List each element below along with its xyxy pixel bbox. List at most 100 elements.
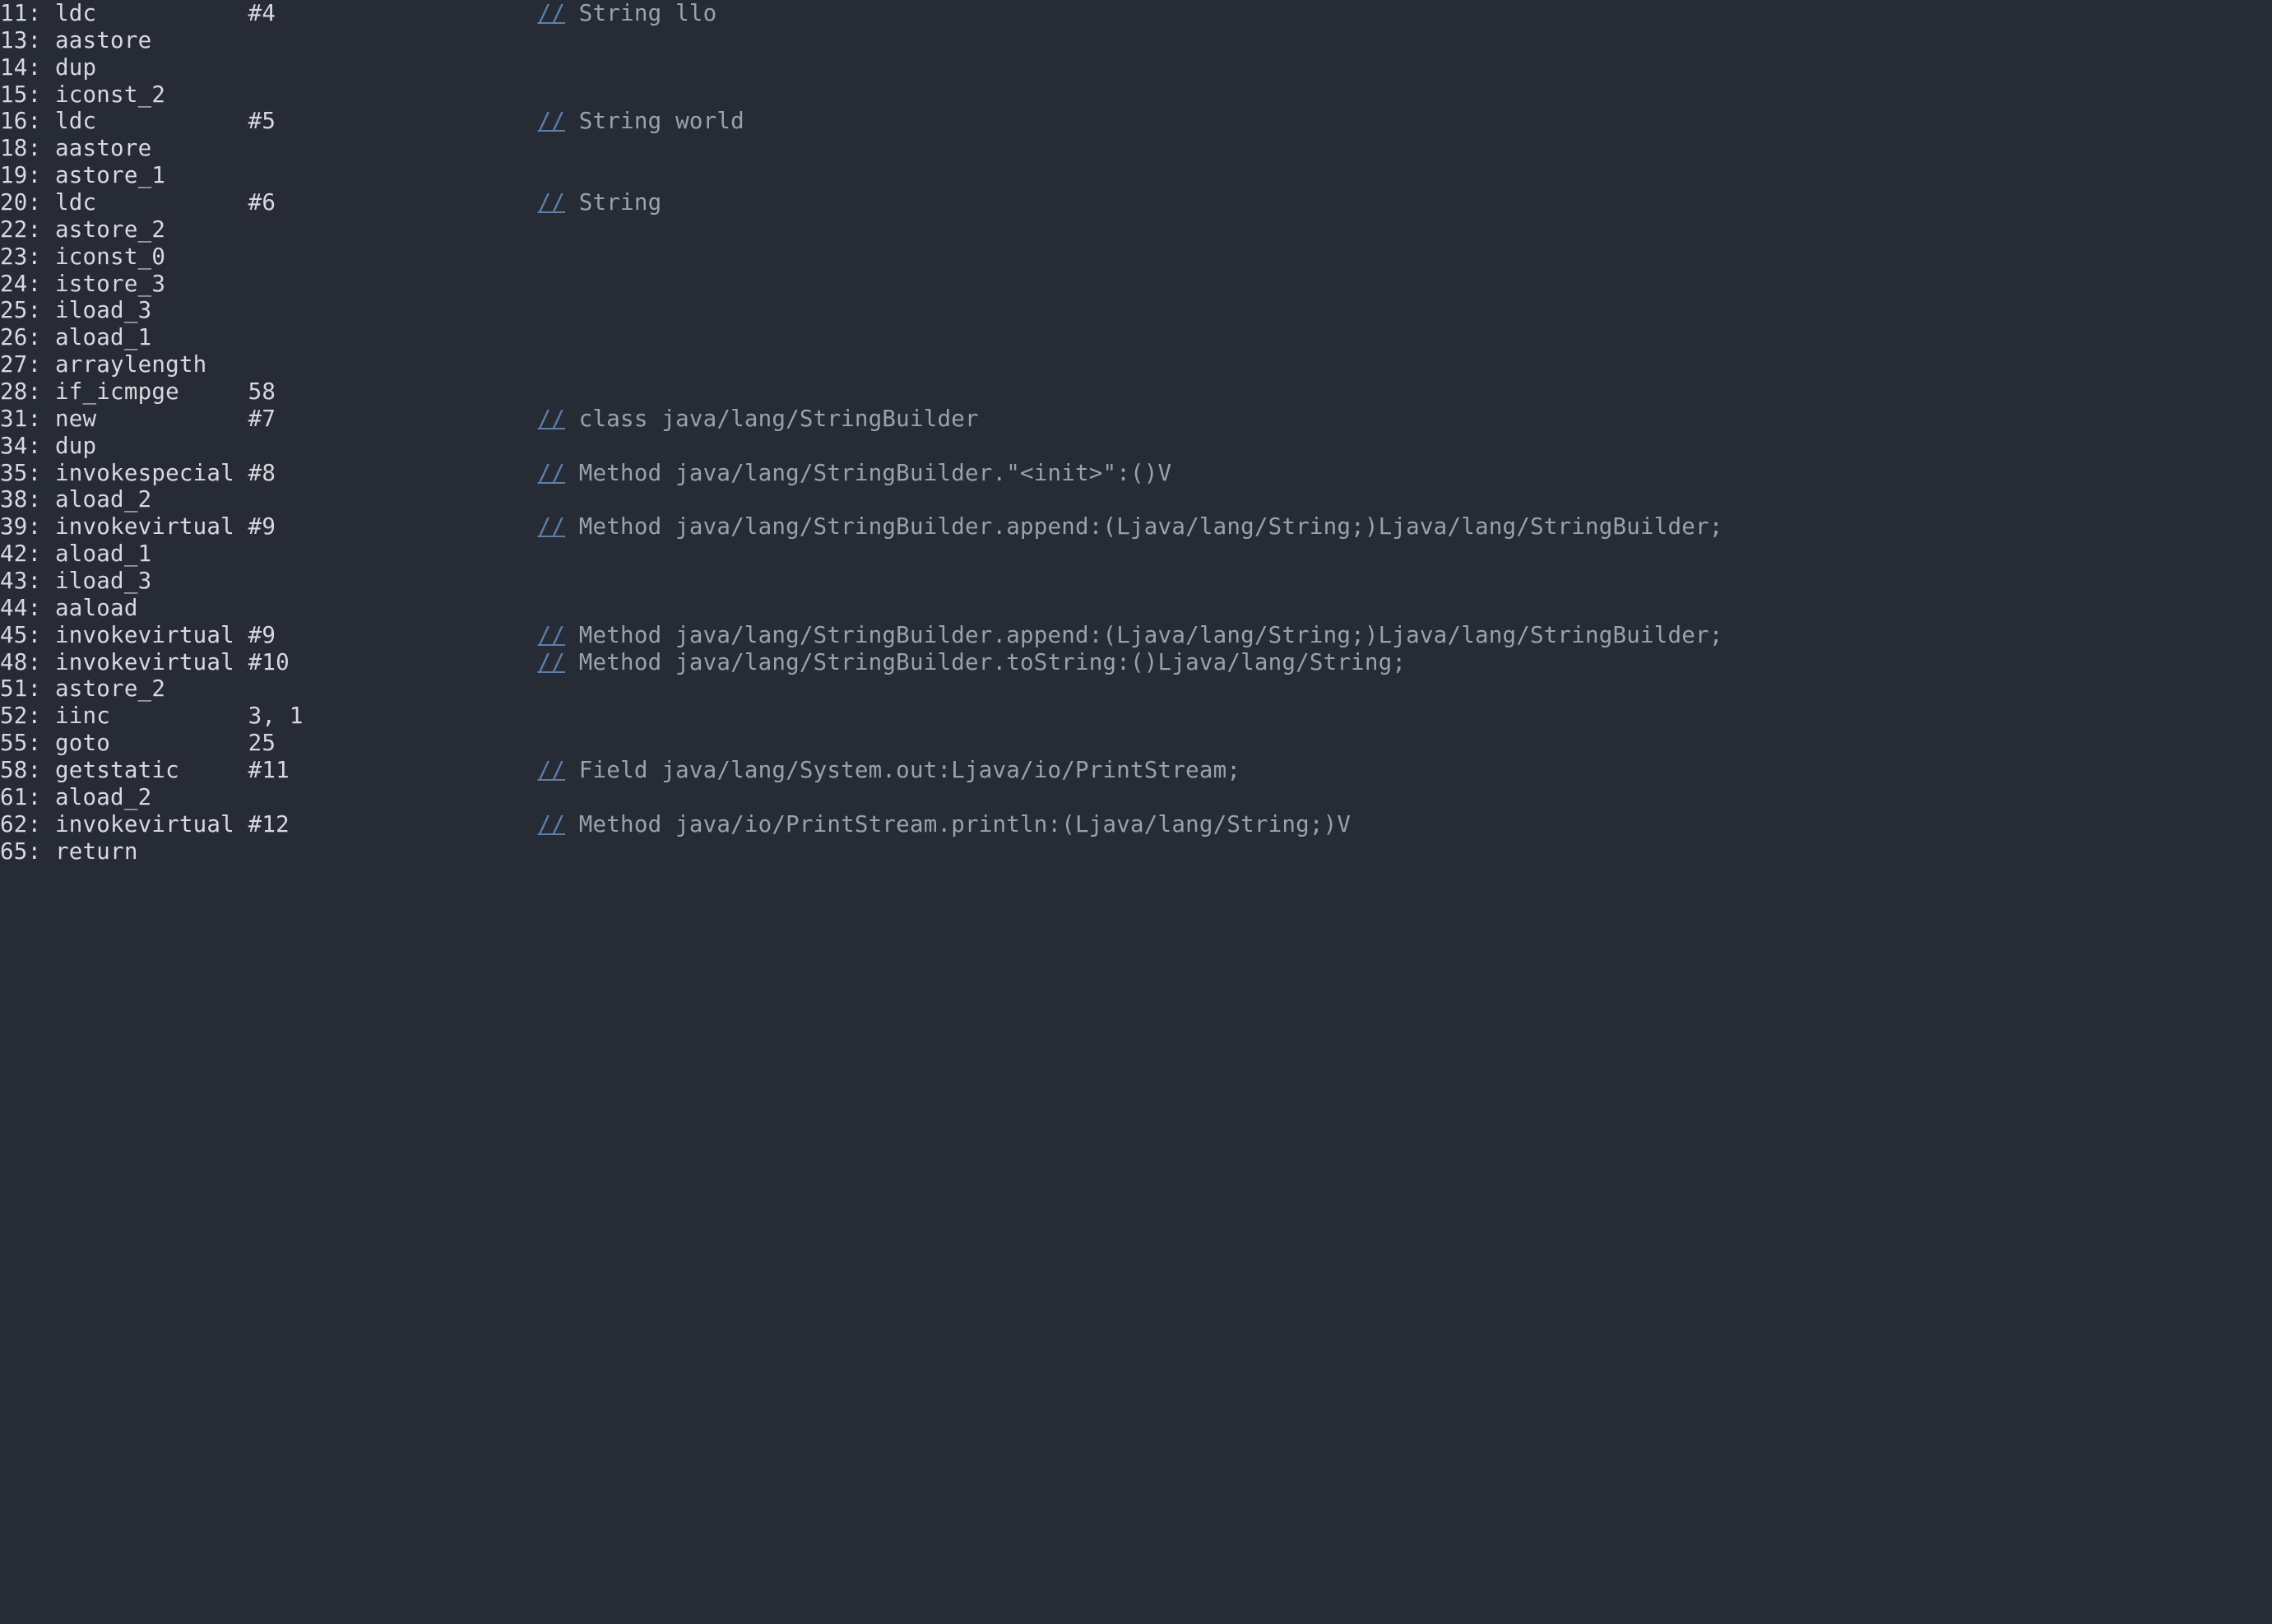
op-arg-area: dup: [55, 433, 537, 460]
bytecode-row: 52: iinc 3, 1: [0, 703, 2272, 730]
op-arg-area: dup: [55, 54, 537, 81]
bytecode-row: 19: astore_1: [0, 162, 2272, 189]
colon: :: [28, 189, 56, 216]
comment-text: String: [565, 189, 661, 216]
opcode: dup: [55, 54, 248, 81]
op-arg-area: aastore: [55, 27, 537, 54]
bytecode-view: 11: ldc #4 // String llo13: aastore 14: …: [0, 0, 2272, 877]
op-arg-area: ldc #6: [55, 189, 537, 216]
argument: [248, 81, 538, 108]
opcode: ldc: [55, 189, 248, 216]
offset: 52: [0, 703, 28, 730]
offset: 28: [0, 378, 28, 406]
op-arg-area: aload_2: [55, 784, 537, 811]
argument: [248, 541, 538, 567]
comment-slash-icon: //: [538, 460, 566, 486]
opcode: astore_2: [55, 216, 248, 243]
opcode: invokespecial: [55, 460, 248, 486]
comment: // Method java/lang/StringBuilder."<init…: [538, 460, 1172, 487]
comment: // String world: [538, 108, 744, 135]
op-arg-area: iconst_0: [55, 244, 537, 271]
opcode: iload_3: [55, 297, 248, 323]
comment-text: Method java/lang/StringBuilder.append:(L…: [565, 513, 1723, 540]
opcode: new: [55, 406, 248, 432]
op-arg-area: aload_2: [55, 486, 537, 513]
op-arg-area: new #7: [55, 406, 537, 433]
comment-text: Method java/lang/StringBuilder."<init>":…: [565, 460, 1171, 486]
offset: 42: [0, 541, 28, 568]
offset: 44: [0, 595, 28, 622]
colon: :: [28, 271, 56, 298]
argument: [248, 297, 538, 323]
comment-slash-icon: //: [538, 189, 566, 216]
bytecode-row: 34: dup: [0, 433, 2272, 460]
bytecode-row: 24: istore_3: [0, 271, 2272, 298]
comment-text: String world: [565, 108, 744, 134]
opcode: aload_2: [55, 486, 248, 513]
comment: // class java/lang/StringBuilder: [538, 406, 979, 433]
bytecode-row: 13: aastore: [0, 27, 2272, 54]
op-arg-area: if_icmpge 58: [55, 378, 537, 406]
colon: :: [28, 27, 56, 54]
op-arg-area: invokevirtual #9: [55, 622, 537, 649]
argument: [248, 27, 538, 53]
comment-slash-icon: //: [538, 811, 566, 838]
colon: :: [28, 378, 56, 406]
opcode: astore_2: [55, 675, 248, 702]
op-arg-area: aload_1: [55, 324, 537, 351]
op-arg-area: invokevirtual #12: [55, 811, 537, 838]
comment: // Method java/lang/StringBuilder.append…: [538, 513, 1723, 541]
argument: #6: [248, 189, 538, 216]
op-arg-area: iload_3: [55, 297, 537, 324]
offset: 48: [0, 649, 28, 676]
bytecode-row: 27: arraylength: [0, 351, 2272, 378]
bytecode-row: 22: astore_2: [0, 216, 2272, 244]
offset: 20: [0, 189, 28, 216]
argument: [248, 54, 538, 81]
argument: [248, 838, 538, 865]
argument: [248, 595, 538, 621]
bytecode-row: 31: new #7 // class java/lang/StringBuil…: [0, 406, 2272, 433]
colon: :: [28, 541, 56, 568]
comment-text: Method java/lang/StringBuilder.toString:…: [565, 649, 1406, 675]
offset: 65: [0, 838, 28, 865]
opcode: return: [55, 838, 248, 865]
offset: 27: [0, 351, 28, 378]
bytecode-row: 48: invokevirtual #10 // Method java/lan…: [0, 649, 2272, 676]
op-arg-area: getstatic #11: [55, 757, 537, 784]
offset: 38: [0, 486, 28, 513]
comment-slash-icon: //: [538, 513, 566, 540]
opcode: aload_2: [55, 784, 248, 810]
colon: :: [28, 324, 56, 351]
colon: :: [28, 162, 56, 189]
comment: // Method java/io/PrintStream.println:(L…: [538, 811, 1352, 838]
offset: 22: [0, 216, 28, 244]
bytecode-row: 35: invokespecial #8 // Method java/lang…: [0, 460, 2272, 487]
argument: #4: [248, 0, 538, 26]
offset: 25: [0, 297, 28, 324]
argument: 3, 1: [248, 703, 538, 729]
colon: :: [28, 486, 56, 513]
argument: [248, 675, 538, 702]
opcode: istore_3: [55, 271, 248, 297]
comment-text: Method java/io/PrintStream.println:(Ljav…: [565, 811, 1351, 838]
colon: :: [28, 675, 56, 703]
comment-slash-icon: //: [538, 622, 566, 648]
offset: 58: [0, 757, 28, 784]
offset: 39: [0, 513, 28, 541]
offset: 23: [0, 244, 28, 271]
argument: #9: [248, 622, 538, 648]
comment: // Field java/lang/System.out:Ljava/io/P…: [538, 757, 1241, 784]
opcode: aaload: [55, 595, 248, 621]
offset: 15: [0, 81, 28, 109]
colon: :: [28, 568, 56, 595]
bytecode-row: 11: ldc #4 // String llo: [0, 0, 2272, 27]
bytecode-row: 16: ldc #5 // String world: [0, 108, 2272, 135]
colon: :: [28, 244, 56, 271]
colon: :: [28, 811, 56, 838]
opcode: arraylength: [55, 351, 248, 378]
opcode: ldc: [55, 0, 248, 26]
bytecode-row: 61: aload_2: [0, 784, 2272, 811]
colon: :: [28, 460, 56, 487]
offset: 35: [0, 460, 28, 487]
